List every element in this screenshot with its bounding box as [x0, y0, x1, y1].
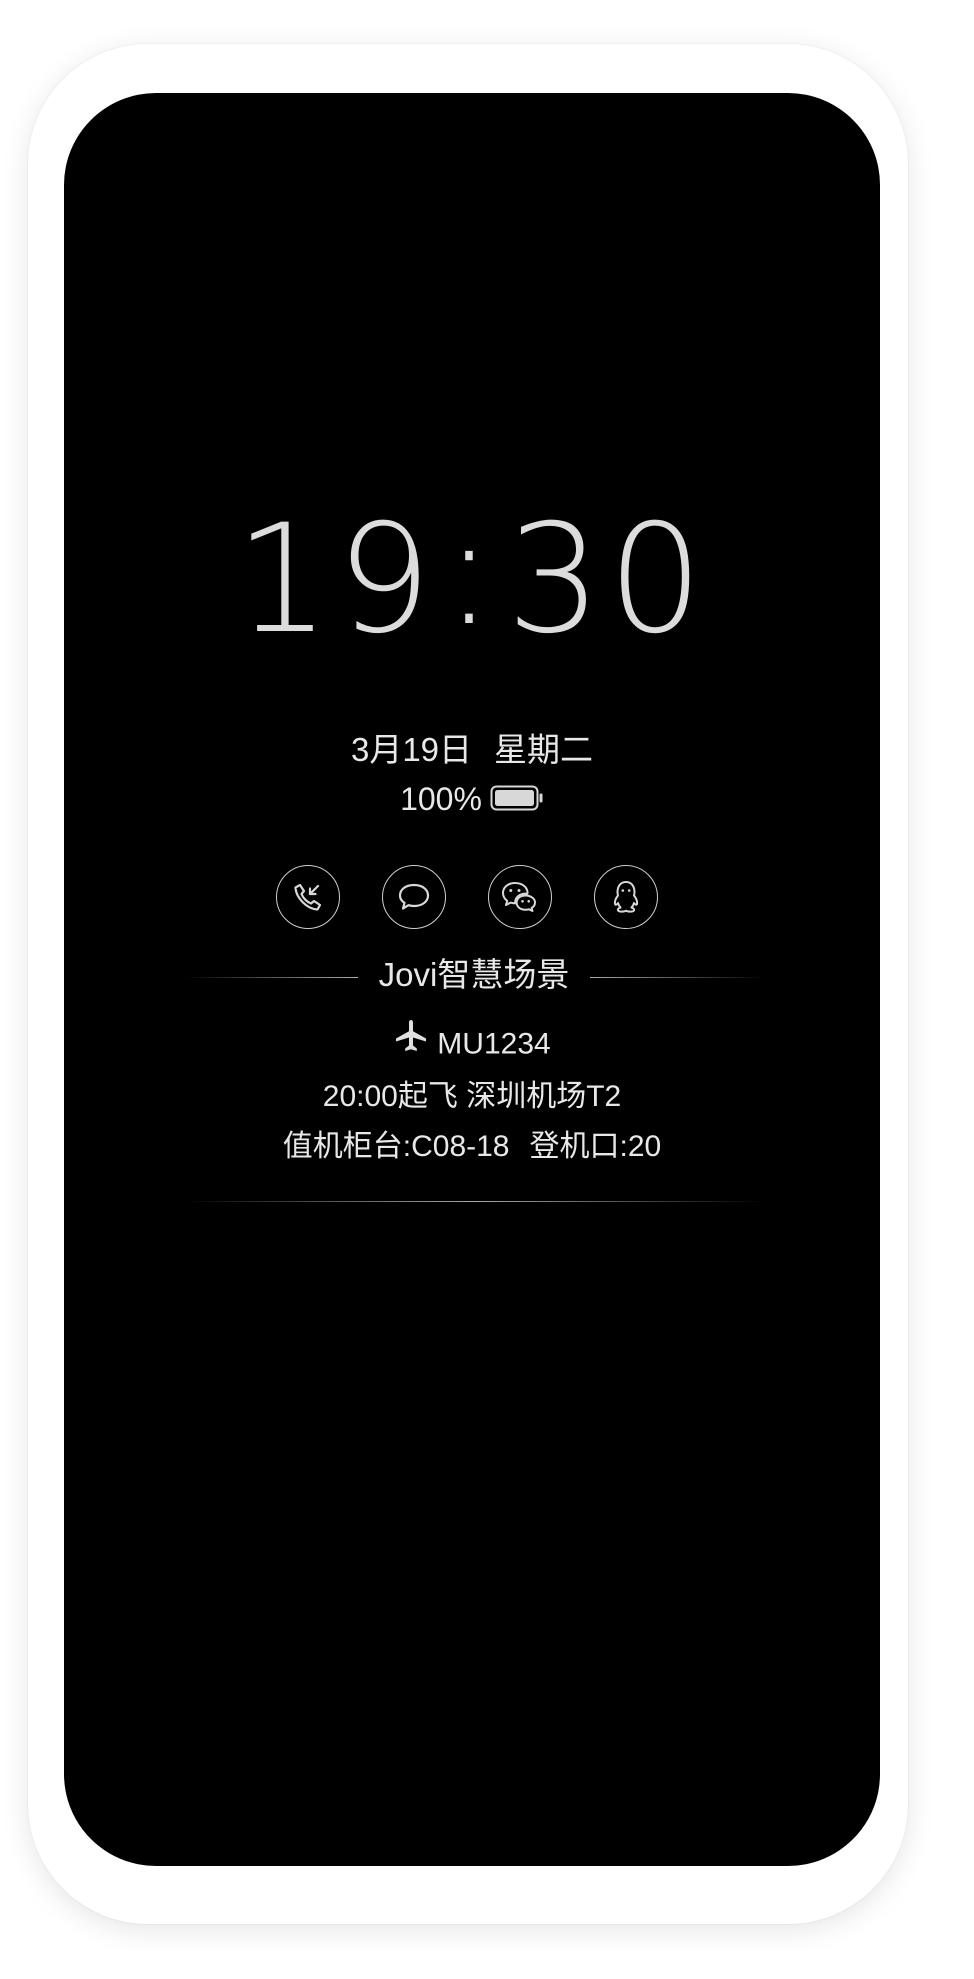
clock: 19:30 [64, 497, 880, 655]
clock-separator: : [443, 485, 501, 659]
departure-airport: 深圳机场T2 [466, 1080, 622, 1113]
battery-level: 100% [400, 781, 482, 817]
header-divider-right [590, 977, 764, 978]
clock-minutes: 30 [506, 493, 710, 667]
jovi-card-title: Jovi智慧场景 [378, 956, 570, 993]
notification-icons [64, 865, 880, 931]
boarding-gate: 登机口:20 [529, 1130, 662, 1163]
wechat-icon[interactable] [488, 865, 552, 929]
checkin-line: 值机柜台:C08-18 登机口:20 [64, 1127, 880, 1167]
departure-line: 20:00起飞 深圳机场T2 [64, 1077, 880, 1117]
departure-time: 20:00起飞 [322, 1080, 458, 1113]
date-text: 3月19日 [350, 731, 473, 768]
checkin-counter: 值机柜台:C08-18 [282, 1130, 510, 1163]
flight-number: MU1234 [437, 1027, 551, 1061]
battery-row: 100% [64, 779, 880, 822]
lock-screen: 19:30 3月19日 星期二 100% Jovi智慧场景 MU1234 20:… [64, 93, 880, 1866]
weekday-text: 星期二 [494, 731, 594, 768]
battery-icon [490, 780, 544, 820]
message-bubble-icon[interactable] [382, 865, 446, 929]
jovi-card-header: Jovi智慧场景 [184, 953, 764, 997]
phone-missed-call-icon[interactable] [276, 865, 340, 929]
airplane-icon [393, 1018, 429, 1067]
date-row: 3月19日 星期二 [64, 730, 880, 770]
clock-hours: 19 [234, 493, 438, 667]
qq-penguin-icon[interactable] [594, 865, 658, 929]
flight-row[interactable]: MU1234 [64, 1018, 880, 1067]
card-bottom-divider [184, 1201, 764, 1202]
